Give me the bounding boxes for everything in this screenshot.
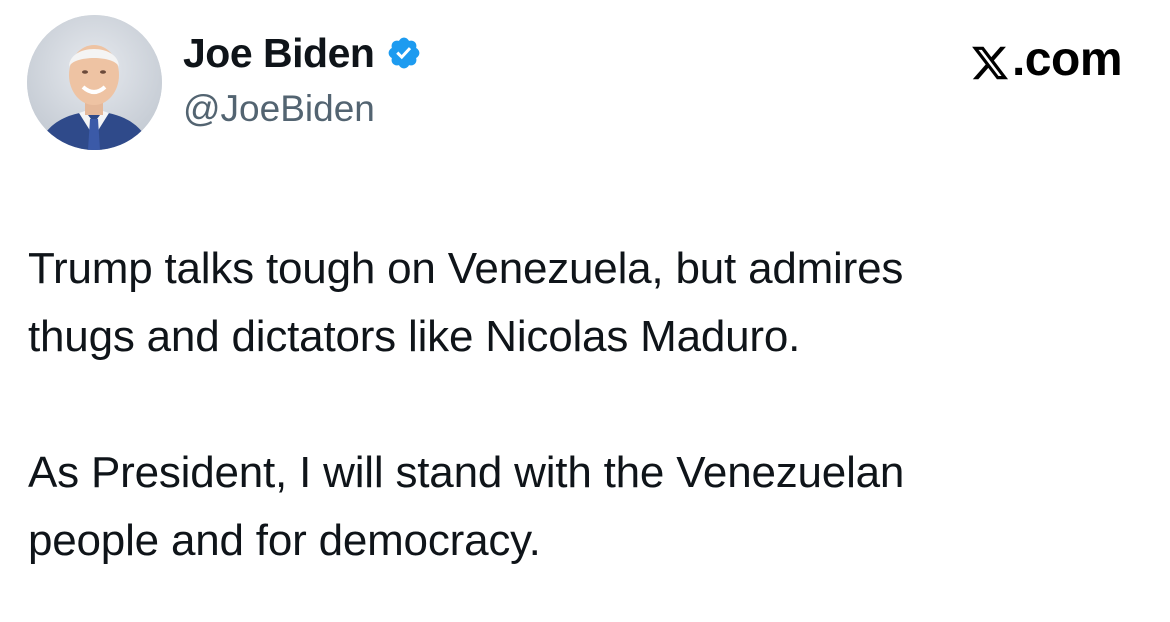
brand-watermark: .com bbox=[970, 32, 1123, 87]
author-name-row: Joe Biden bbox=[183, 28, 422, 78]
verified-badge-icon bbox=[386, 35, 422, 71]
tweet-line: Trump talks tough on Venezuela, but admi… bbox=[28, 244, 904, 293]
tweet-line: people and for democracy. bbox=[28, 516, 541, 565]
tweet-line: thugs and dictators like Nicolas Maduro. bbox=[28, 312, 801, 361]
tweet-text: Trump talks tough on Venezuela, but admi… bbox=[28, 235, 1148, 575]
author-handle[interactable]: @JoeBiden bbox=[183, 88, 375, 130]
brand-label: .com bbox=[1011, 33, 1123, 86]
avatar-photo bbox=[27, 15, 162, 150]
x-logo-icon bbox=[970, 40, 1010, 80]
avatar[interactable] bbox=[27, 15, 162, 150]
tweet-paragraph: Trump talks tough on Venezuela, but admi… bbox=[28, 235, 1148, 371]
tweet-card: Joe Biden @JoeBiden .com Trump talks tou… bbox=[0, 0, 1170, 622]
tweet-paragraph: As President, I will stand with the Vene… bbox=[28, 439, 1148, 575]
tweet-line: As President, I will stand with the Vene… bbox=[28, 448, 905, 497]
author-display-name[interactable]: Joe Biden bbox=[183, 30, 375, 77]
